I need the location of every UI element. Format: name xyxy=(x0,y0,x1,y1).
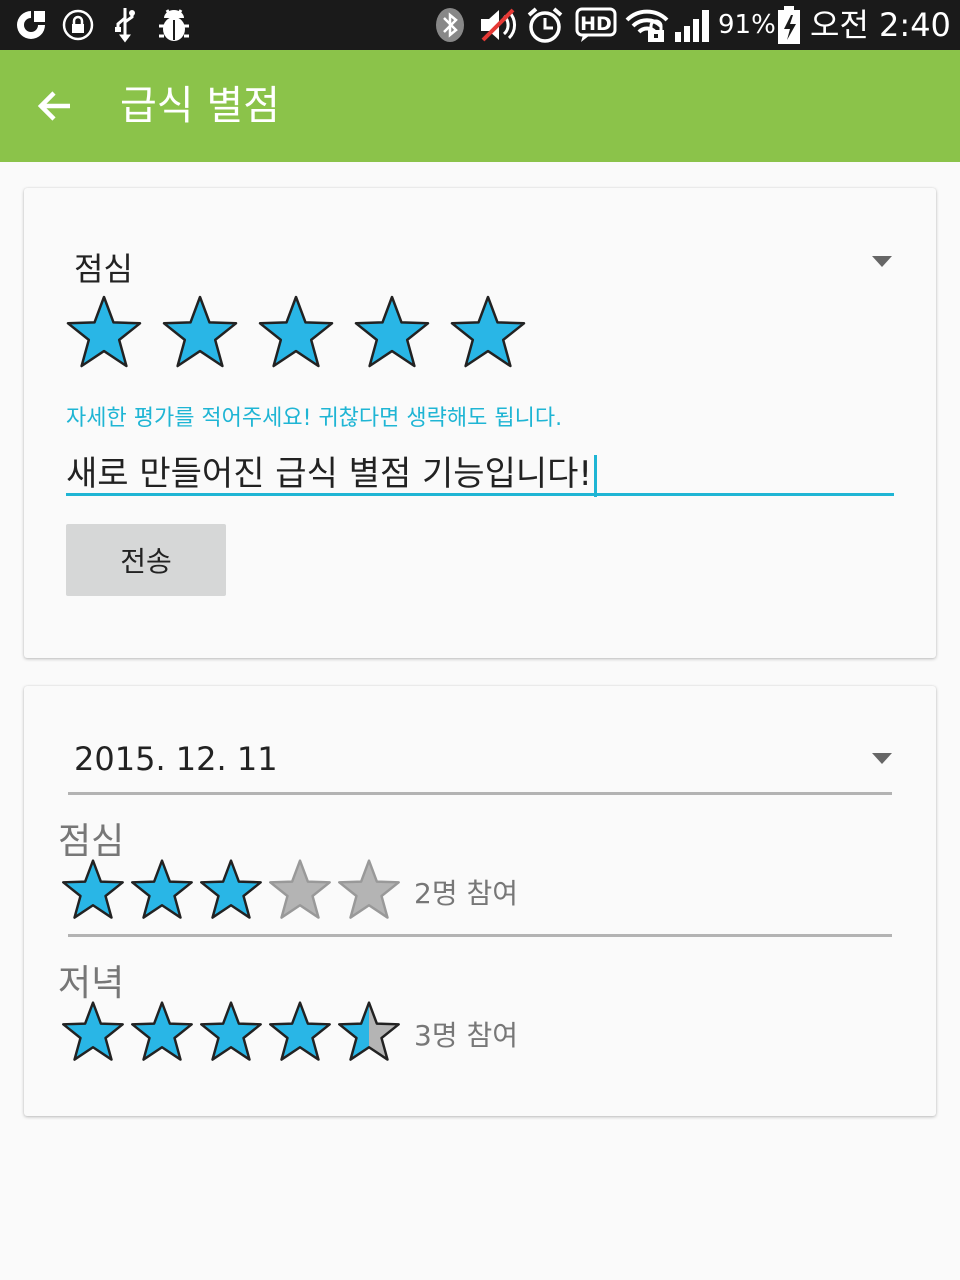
battery-charging-icon xyxy=(774,0,804,50)
chevron-down-icon[interactable] xyxy=(872,753,892,764)
input-underline xyxy=(66,493,894,496)
divider xyxy=(68,934,892,937)
bluetooth-icon xyxy=(432,0,468,50)
debug-icon xyxy=(154,0,194,50)
star-filled-icon xyxy=(62,859,124,919)
star-filled-icon xyxy=(131,859,193,919)
date-spinner[interactable]: 2015. 12. 11 xyxy=(74,740,278,778)
meal-spinner[interactable]: 점심 xyxy=(74,244,133,290)
star-3[interactable] xyxy=(256,294,336,370)
participants-lunch: 2명 참여 xyxy=(414,877,518,910)
star-filled-icon xyxy=(200,859,262,919)
star-filled-icon xyxy=(62,1001,124,1061)
rating-display-dinner xyxy=(60,1000,405,1064)
star-empty-icon xyxy=(269,859,331,919)
meal-label-dinner: 저녁 xyxy=(58,963,125,1004)
rating-bar[interactable] xyxy=(64,292,544,372)
status-bar: HD 91% 오전 2:40 xyxy=(0,0,960,50)
star-4[interactable] xyxy=(352,294,432,370)
participants-dinner: 3명 참여 xyxy=(414,1019,518,1052)
star-5[interactable] xyxy=(448,294,528,370)
clock: 오전 2:40 xyxy=(810,6,951,44)
mute-icon xyxy=(476,0,520,50)
text-cursor xyxy=(594,454,598,497)
meal-label-lunch: 점심 xyxy=(58,821,125,862)
olleh-icon xyxy=(12,0,50,50)
comment-value[interactable]: 새로 만들어진 급식 별점 기능입니다! xyxy=(66,454,592,494)
star-1[interactable] xyxy=(64,294,144,370)
results-card: 2015. 12. 11 점심 2명 참여 저녁 3명 참여 xyxy=(24,686,936,1116)
app-bar: 급식 별점 xyxy=(0,50,960,162)
svg-text:HD: HD xyxy=(580,13,612,35)
alarm-icon xyxy=(524,0,566,50)
star-2[interactable] xyxy=(160,294,240,370)
star-filled-icon xyxy=(200,1001,262,1061)
star-filled-icon xyxy=(131,1001,193,1061)
lock-icon xyxy=(60,0,96,50)
hd-voice-icon: HD xyxy=(574,0,618,50)
comment-input[interactable]: 새로 만들어진 급식 별점 기능입니다! xyxy=(66,446,598,497)
signal-icon xyxy=(672,0,714,50)
rating-form-card: 점심 자세한 평가를 적어주세요! 귀찮다면 생략해도 됩니다. 새로 만들어진… xyxy=(24,188,936,658)
divider xyxy=(68,792,892,795)
star-filled-icon xyxy=(269,1001,331,1061)
chevron-down-icon[interactable] xyxy=(872,256,892,267)
usb-icon xyxy=(110,0,140,50)
rating-display-lunch xyxy=(60,858,405,922)
send-button[interactable]: 전송 xyxy=(66,524,226,596)
comment-hint: 자세한 평가를 적어주세요! 귀찮다면 생략해도 됩니다. xyxy=(66,406,563,431)
star-half-icon xyxy=(338,1001,400,1061)
page-title: 급식 별점 xyxy=(120,83,280,129)
wifi-lock-icon xyxy=(624,0,670,50)
star-empty-icon xyxy=(338,859,400,919)
arrow-back-icon[interactable] xyxy=(34,84,78,128)
battery-percent: 91% xyxy=(718,10,776,40)
